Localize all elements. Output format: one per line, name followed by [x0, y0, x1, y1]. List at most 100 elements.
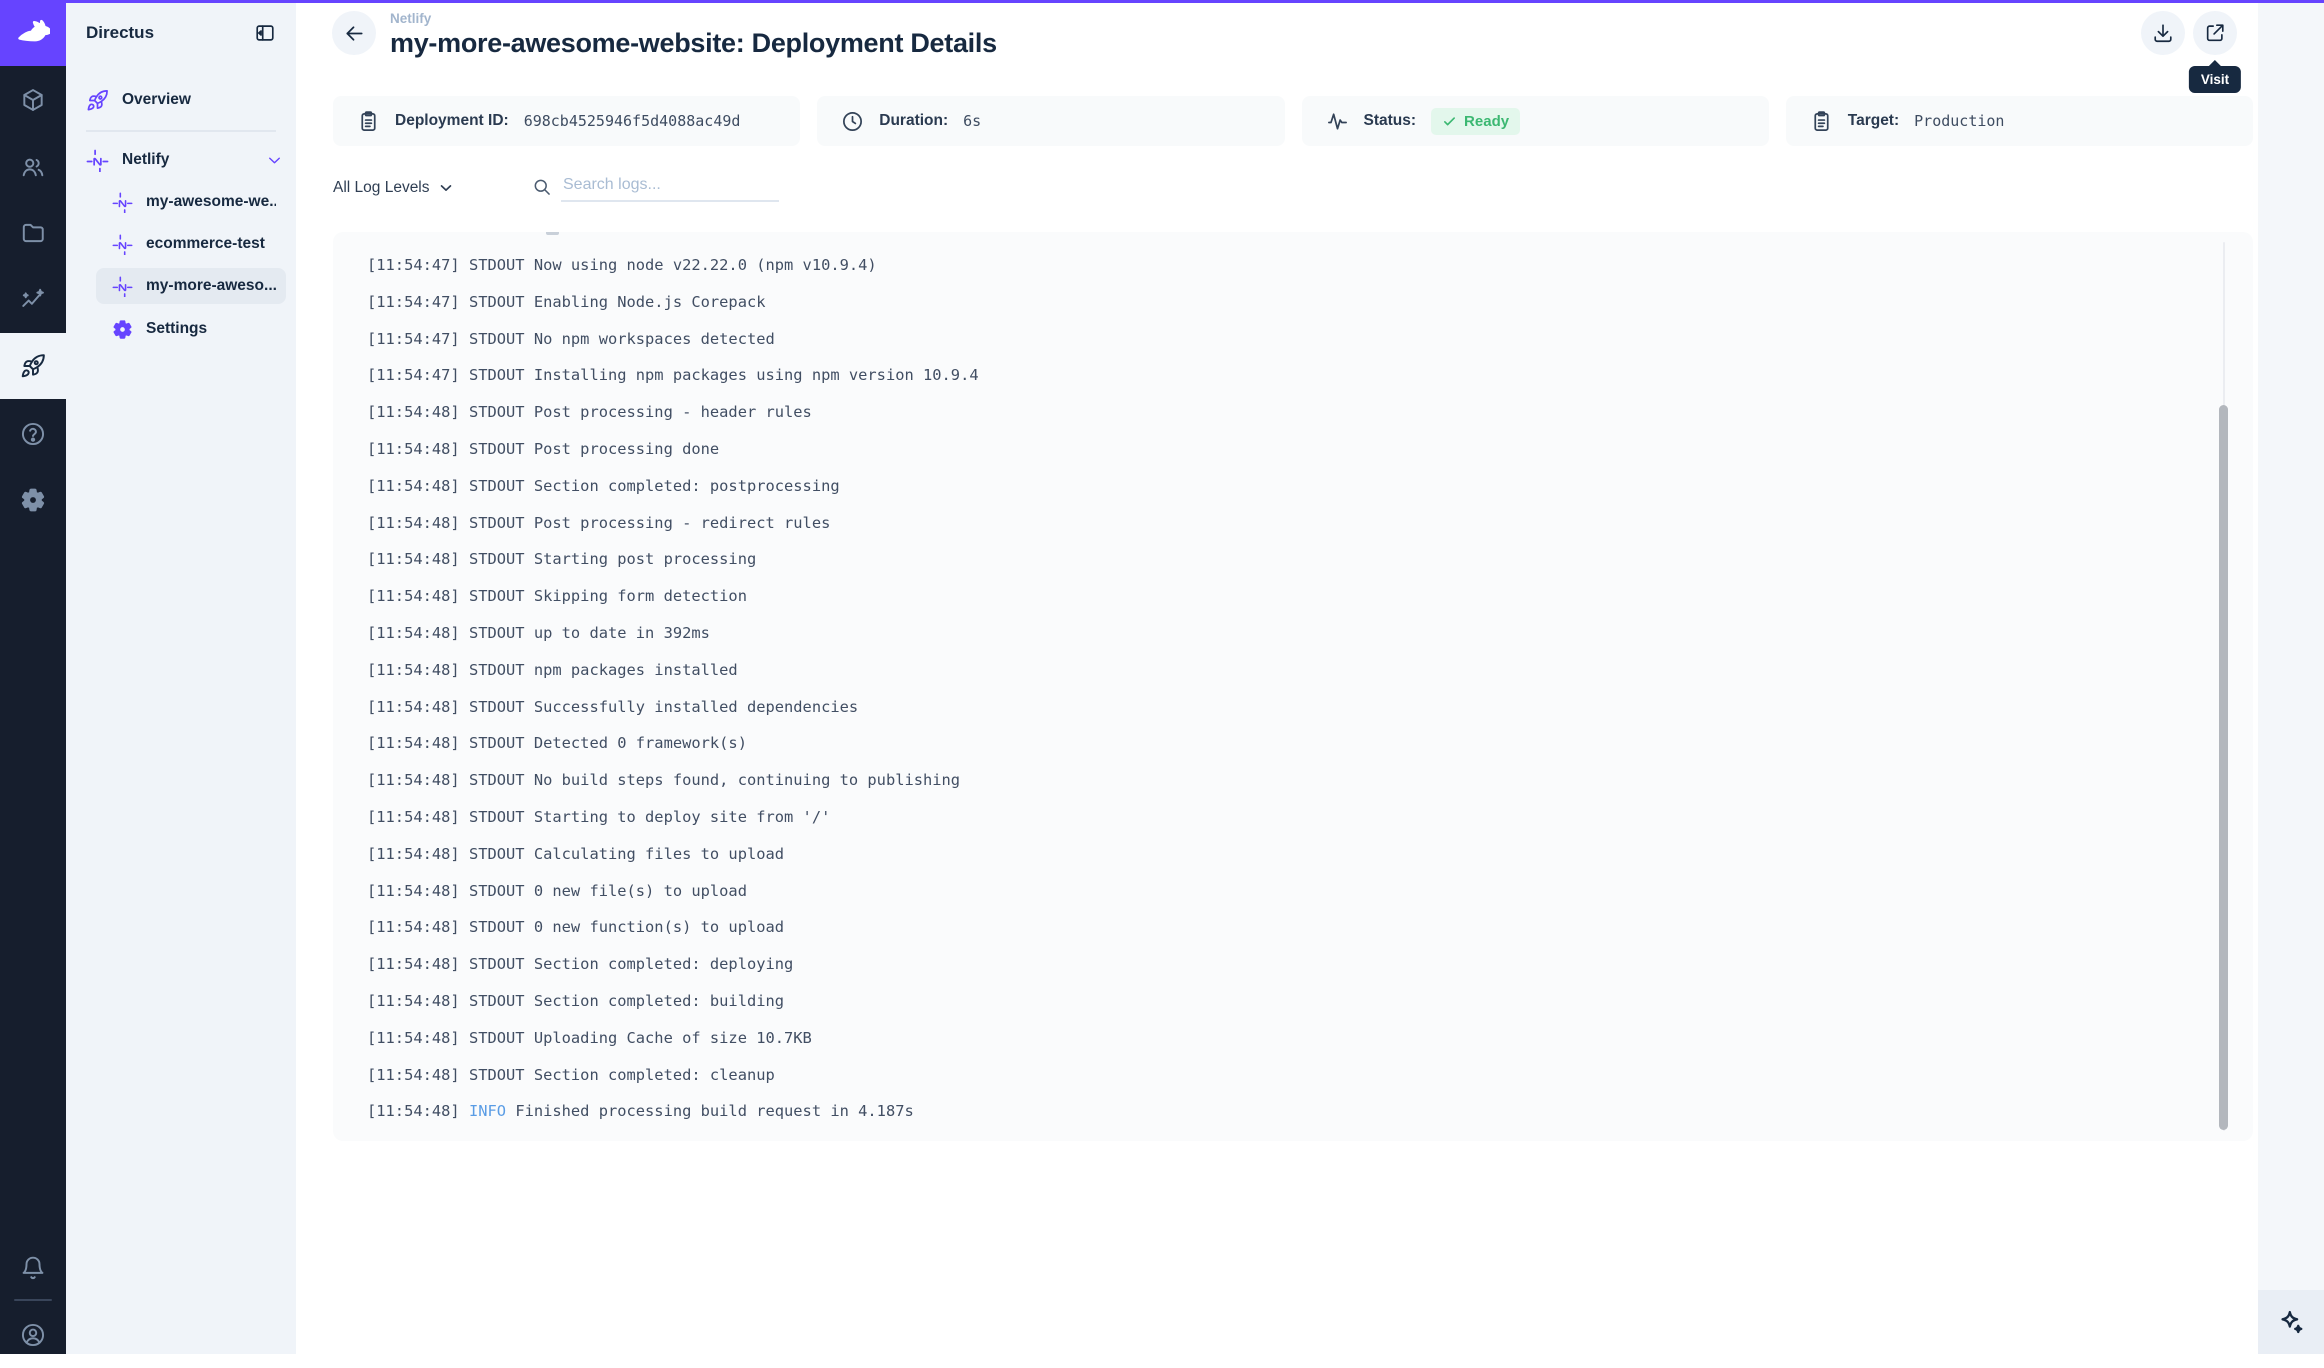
netlify-icon [112, 276, 133, 297]
back-button[interactable] [332, 11, 376, 55]
log-line: [11:54:48] INFO Finished processing buil… [367, 1093, 2253, 1130]
insights-icon [20, 287, 46, 313]
log-line: [11:54:48] STDOUT npm packages installed [367, 652, 2253, 689]
sidebar-item-my-awesome-website[interactable]: my-awesome-we... [96, 184, 286, 220]
log-line: [11:54:47] STDOUT No npm workspaces dete… [367, 321, 2253, 358]
directus-rabbit-icon [16, 16, 50, 50]
visit-tooltip: Visit [2189, 66, 2241, 93]
gear-icon [112, 319, 133, 340]
nav-sidebar: Directus Overview Netlify my-awesome-we.… [66, 0, 296, 1354]
log-lines: [11:54:47] STDOUT Now using node v22.22.… [333, 232, 2253, 1130]
card-target: Target: Production [1786, 96, 2253, 146]
log-line: [11:54:48] STDOUT up to date in 392ms [367, 615, 2253, 652]
log-line: [11:54:48] STDOUT Post processing done [367, 431, 2253, 468]
log-line: [11:54:48] STDOUT Uploading Cache of siz… [367, 1020, 2253, 1057]
module-help[interactable] [0, 401, 66, 467]
log-level-filter[interactable]: All Log Levels [333, 179, 455, 197]
search-logs-input[interactable] [561, 172, 779, 202]
download-logs-button[interactable] [2141, 11, 2185, 55]
nav-title: Directus [86, 23, 154, 43]
top-accent-bar [0, 0, 2324, 3]
panel-collapse-icon [254, 22, 276, 44]
log-output-panel[interactable]: [11:54:47] STDOUT Now using node v22.22.… [333, 232, 2253, 1141]
status-badge-label: Ready [1464, 113, 1509, 130]
log-line: [11:54:48] STDOUT Section completed: cle… [367, 1057, 2253, 1094]
netlify-icon [112, 192, 133, 213]
account-icon [20, 1322, 46, 1348]
sparkles-icon [2277, 1308, 2305, 1336]
main-content: Netlify my-more-awesome-website: Deploym… [296, 0, 2258, 1354]
card-value: Production [1914, 112, 2004, 130]
sidebar-item-my-more-awesome-website[interactable]: my-more-aweso... [96, 268, 286, 304]
sidebar-item-label: Settings [146, 320, 276, 338]
log-line: [11:54:47] STDOUT Now using node v22.22.… [367, 247, 2253, 284]
module-bar [0, 0, 66, 1354]
breadcrumb: Netlify [390, 11, 997, 26]
download-icon [2152, 22, 2174, 44]
gear-icon [20, 487, 46, 513]
sidebar-item-ecommerce-test[interactable]: ecommerce-test [96, 226, 286, 262]
folder-icon [20, 220, 46, 246]
sidebar-item-label: Overview [122, 91, 284, 109]
page-title: my-more-awesome-website: Deployment Deta… [390, 28, 997, 59]
users-icon [20, 154, 46, 180]
card-value: 6s [963, 112, 981, 130]
log-line: [11:54:48] STDOUT Detected 0 framework(s… [367, 725, 2253, 762]
log-level-filter-label: All Log Levels [333, 179, 430, 197]
nav-divider [86, 130, 276, 132]
chevron-down-icon[interactable] [265, 151, 284, 170]
log-line: [11:54:48] STDOUT Section completed: pos… [367, 468, 2253, 505]
activity-icon [1326, 110, 1349, 133]
clipboard-icon [1810, 110, 1833, 133]
directus-logo[interactable] [0, 0, 66, 66]
card-label: Status: [1364, 112, 1417, 130]
module-content[interactable] [0, 67, 66, 133]
visit-site-button[interactable] [2193, 11, 2237, 55]
clipped-log-line-fragment [546, 232, 559, 235]
log-toolbar: All Log Levels [333, 172, 455, 204]
search-icon [532, 177, 552, 197]
log-line: [11:54:48] STDOUT 0 new file(s) to uploa… [367, 873, 2253, 910]
log-line: [11:54:48] STDOUT Calculating files to u… [367, 836, 2253, 873]
arrow-left-icon [343, 22, 366, 45]
module-bar-divider [14, 1299, 52, 1301]
netlify-icon [112, 234, 133, 255]
bell-icon [20, 1255, 46, 1281]
ai-assistant-button[interactable] [2258, 1290, 2324, 1354]
card-duration: Duration: 6s [817, 96, 1284, 146]
log-line: [11:54:47] STDOUT Installing npm package… [367, 357, 2253, 394]
module-users[interactable] [0, 134, 66, 200]
panel-collapse-button[interactable] [254, 22, 276, 44]
log-line: [11:54:48] STDOUT Successfully installed… [367, 689, 2253, 726]
log-scrollbar-thumb[interactable] [2219, 405, 2228, 1130]
chevron-down-icon [437, 179, 455, 197]
account-button[interactable] [0, 1302, 66, 1368]
sidebar-item-label: my-more-aweso... [146, 277, 276, 295]
sidebar-item-netlify[interactable]: Netlify [66, 140, 296, 180]
external-link-icon [2204, 22, 2226, 44]
sidebar-item-overview[interactable]: Overview [66, 80, 296, 120]
log-line: [11:54:48] STDOUT Section completed: dep… [367, 946, 2253, 983]
netlify-icon [86, 149, 109, 172]
module-settings[interactable] [0, 467, 66, 533]
clipboard-icon [357, 110, 380, 133]
log-line: [11:54:48] STDOUT Starting post processi… [367, 541, 2253, 578]
module-netlify-extension[interactable] [0, 333, 66, 399]
sidebar-item-settings[interactable]: Settings [96, 311, 286, 347]
notifications-button[interactable] [0, 1235, 66, 1301]
module-insights[interactable] [0, 267, 66, 333]
card-status: Status: Ready [1302, 96, 1769, 146]
card-label: Duration: [879, 112, 948, 130]
card-label: Deployment ID: [395, 112, 509, 130]
module-files[interactable] [0, 200, 66, 266]
assistant-strip [2258, 3, 2324, 1354]
sidebar-item-label: ecommerce-test [146, 235, 276, 253]
log-line: [11:54:48] STDOUT Starting to deploy sit… [367, 799, 2253, 836]
log-line: [11:54:48] STDOUT Post processing - head… [367, 394, 2253, 431]
rocket-icon [86, 89, 109, 112]
card-value: 698cb4525946f5d4088ac49d [524, 112, 741, 130]
log-line: [11:54:48] STDOUT Section completed: bui… [367, 983, 2253, 1020]
box-icon [20, 87, 46, 113]
help-icon [20, 421, 46, 447]
check-icon [1442, 114, 1457, 129]
